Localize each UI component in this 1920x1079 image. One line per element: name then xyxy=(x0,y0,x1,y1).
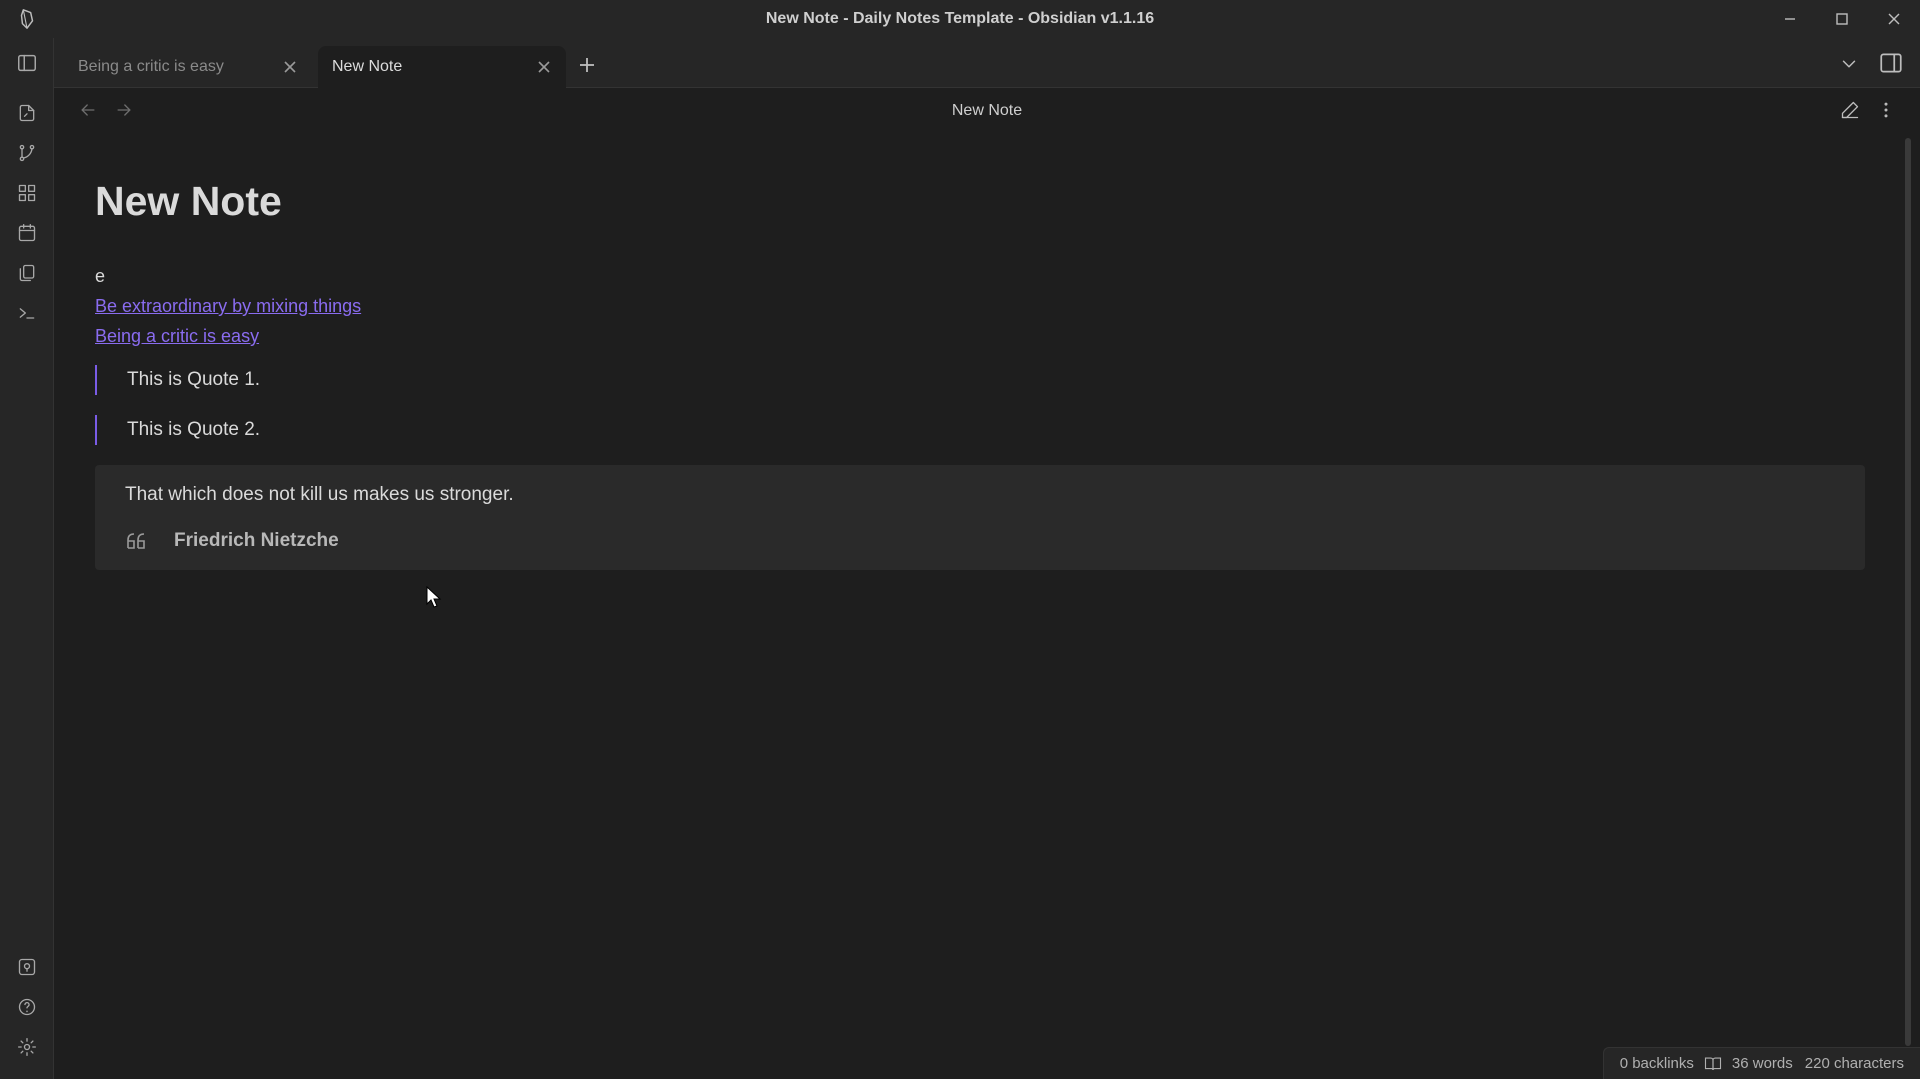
canvas-icon xyxy=(18,184,36,202)
note-paragraph: e xyxy=(95,266,106,286)
more-vertical-icon xyxy=(1884,102,1888,118)
new-tab-button[interactable] xyxy=(575,53,599,77)
quote-attribution: Friedrich Nietzche xyxy=(125,530,339,552)
chevron-down-icon xyxy=(1842,60,1856,68)
canvas-button[interactable] xyxy=(15,181,39,205)
tab-label: New Note xyxy=(332,58,403,75)
view-header: New Note xyxy=(54,88,1920,136)
status-bar: 0 backlinks 36 words 220 characters xyxy=(1602,1047,1920,1079)
sidebar-right-icon xyxy=(1880,53,1902,73)
command-palette-icon xyxy=(19,308,35,319)
help-icon xyxy=(18,998,36,1016)
tab-new-note[interactable]: New Note xyxy=(318,46,566,88)
maximize-button[interactable] xyxy=(1816,0,1868,38)
toggle-right-sidebar-button[interactable] xyxy=(1878,50,1906,78)
open-quick-switcher-icon xyxy=(19,104,35,122)
backlinks-count[interactable]: 0 backlinks xyxy=(1620,1055,1694,1072)
settings-icon xyxy=(18,1038,36,1056)
daily-note-calendar-icon xyxy=(18,224,36,242)
internal-link[interactable]: Be extraordinary by mixing things xyxy=(95,291,1865,321)
blockquote: This is Quote 2. xyxy=(95,415,1865,445)
quote-icon xyxy=(127,533,145,549)
tab-being-a-critic[interactable]: Being a critic is easy xyxy=(64,46,312,88)
editor-scrollbar[interactable] xyxy=(1905,138,1911,1046)
plus-icon xyxy=(580,58,594,72)
book-open-icon[interactable] xyxy=(1704,1055,1722,1073)
tab-list-dropdown[interactable] xyxy=(1838,53,1862,77)
window-controls xyxy=(1764,0,1920,38)
vault-switcher-icon xyxy=(18,958,36,976)
note-content: New Note e Be extraordinary by mixing th… xyxy=(95,140,1865,570)
tab-bar: Being a critic is easy New Note xyxy=(54,38,1920,88)
tab-label: Being a critic is easy xyxy=(78,58,224,75)
mouse-pointer-icon xyxy=(426,586,442,608)
pencil-icon xyxy=(1841,101,1859,119)
help-button[interactable] xyxy=(15,995,39,1019)
character-count: 220 characters xyxy=(1804,1055,1904,1072)
word-count: 36 words xyxy=(1731,1055,1793,1072)
edit-mode-button[interactable] xyxy=(1840,100,1860,125)
close-tab-button[interactable] xyxy=(536,59,552,75)
close-icon xyxy=(284,61,296,73)
internal-link[interactable]: Being a critic is easy xyxy=(95,321,1865,351)
left-ribbon xyxy=(0,38,54,1079)
blockquote: This is Quote 1. xyxy=(95,365,1865,395)
close-icon xyxy=(1888,13,1900,25)
quote-text: That which does not kill us makes us str… xyxy=(125,484,514,505)
window-title: New Note - Daily Notes Template - Obsidi… xyxy=(765,10,1155,27)
templates-button[interactable] xyxy=(15,261,39,285)
minimize-icon xyxy=(1785,18,1795,20)
graph-view-button[interactable] xyxy=(15,141,39,165)
more-options-button[interactable] xyxy=(1876,100,1896,125)
title-bar: New Note - Daily Notes Template - Obsidi… xyxy=(0,0,1920,38)
toggle-left-sidebar-button[interactable] xyxy=(15,51,39,75)
command-palette-button[interactable] xyxy=(15,301,39,325)
vault-switcher-button[interactable] xyxy=(15,955,39,979)
graph-view-icon xyxy=(19,144,35,162)
daily-note-button[interactable] xyxy=(15,221,39,245)
view-header-title[interactable]: New Note xyxy=(54,102,1920,120)
obsidian-logo-icon[interactable] xyxy=(16,8,38,30)
templates-icon xyxy=(19,264,35,282)
close-icon xyxy=(538,61,550,73)
quote-callout: That which does not kill us makes us str… xyxy=(95,465,1865,570)
note-title: New Note xyxy=(95,178,282,224)
minimize-button[interactable] xyxy=(1764,0,1816,38)
settings-button[interactable] xyxy=(15,1035,39,1059)
maximize-icon xyxy=(1836,13,1848,25)
quote-author: Friedrich Nietzche xyxy=(174,530,339,551)
close-tab-button[interactable] xyxy=(282,59,298,75)
sidebar-left-icon xyxy=(18,54,36,72)
close-window-button[interactable] xyxy=(1868,0,1920,38)
quick-switcher-button[interactable] xyxy=(15,101,39,125)
